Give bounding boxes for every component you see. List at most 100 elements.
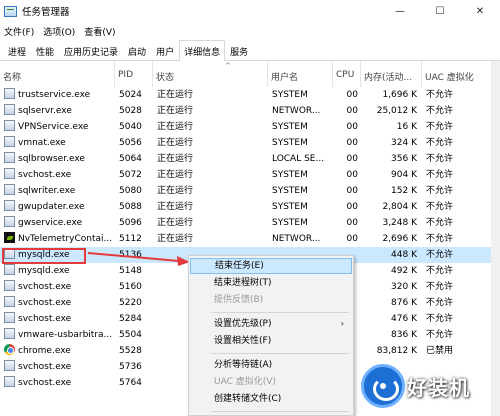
uac-cell: 不允许	[426, 298, 454, 308]
pid-cell: 5080	[119, 186, 142, 196]
process-name: mysqld.exe	[18, 266, 70, 276]
process-name-cell: vmnat.exe	[4, 135, 114, 151]
menu-options[interactable]: 选项(O)	[43, 25, 75, 38]
process-name-cell: svchost.exe	[4, 279, 114, 295]
column-header-status[interactable]: 状态	[153, 61, 268, 87]
process-icon	[4, 152, 15, 163]
process-name: svchost.exe	[18, 170, 72, 180]
context-menu-item[interactable]: 创建转储文件(C)	[190, 391, 352, 407]
process-name-cell: chrome.exe	[4, 343, 114, 359]
column-header-user[interactable]: 用户名	[268, 61, 333, 87]
cpu-cell: 00	[346, 154, 358, 164]
process-name: trustservice.exe	[18, 90, 91, 100]
context-menu-item[interactable]: 设置优先级(P) ›	[190, 316, 352, 332]
memory-cell: 492 K	[391, 266, 417, 276]
process-name: svchost.exe	[18, 378, 72, 388]
table-row[interactable]: NvTelemetryContai... 5112 正在运行 NETWOR... 00 2…	[0, 231, 500, 247]
process-icon	[4, 296, 15, 307]
cpu-cell: 00	[346, 90, 358, 100]
context-menu-label: 设置优先级(P)	[214, 319, 272, 329]
tab-4[interactable]: 用户	[151, 41, 179, 60]
memory-cell: 904 K	[391, 170, 417, 180]
maximize-button[interactable]: ☐	[420, 0, 460, 22]
minimize-button[interactable]: —	[380, 0, 420, 22]
table-row[interactable]: gwservice.exe 5096 正在运行 SYSTEM 00 3,248 K 不允许	[0, 215, 500, 231]
table-row[interactable]: sqlservr.exe 5028 正在运行 NETWOR... 00 25,012 K 不…	[0, 103, 500, 119]
context-menu-item[interactable]: 结束进程树(T)	[190, 275, 352, 291]
process-name: NvTelemetryContai...	[18, 234, 113, 244]
column-header-memory[interactable]: 内存(活动...	[361, 61, 422, 87]
pid-cell: 5072	[119, 170, 142, 180]
table-row[interactable]: sqlwriter.exe 5080 正在运行 SYSTEM 00 152 K 不允许	[0, 183, 500, 199]
process-name: VPNService.exe	[18, 122, 89, 132]
process-name: svchost.exe	[18, 362, 72, 372]
column-header-pid[interactable]: PID	[115, 61, 153, 87]
process-name: gwservice.exe	[18, 218, 83, 228]
process-name: svchost.exe	[18, 298, 72, 308]
tab-6[interactable]: 服务	[225, 41, 253, 60]
close-button[interactable]: ✕	[460, 0, 500, 22]
status-cell: 正在运行	[157, 138, 194, 148]
memory-cell: 25,012 K	[376, 106, 417, 116]
uac-cell: 不允许	[426, 234, 454, 244]
cpu-cell: 00	[346, 202, 358, 212]
uac-cell: 不允许	[426, 266, 454, 276]
process-icon	[4, 184, 15, 195]
process-icon	[4, 88, 15, 99]
user-cell: SYSTEM	[272, 122, 308, 132]
table-row[interactable]: vmnat.exe 5056 正在运行 SYSTEM 00 324 K 不允许	[0, 135, 500, 151]
context-menu-item[interactable]: 分析等待链(A)	[190, 357, 352, 373]
context-menu-label: 创建转储文件(C)	[214, 394, 282, 404]
process-name-cell: svchost.exe	[4, 167, 114, 183]
menu-file[interactable]: 文件(F)	[4, 25, 34, 38]
uac-cell: 不允许	[426, 250, 454, 260]
table-row[interactable]: VPNService.exe 5040 正在运行 SYSTEM 00 16 K 不允许	[0, 119, 500, 135]
table-row[interactable]: sqlbrowser.exe 5064 正在运行 LOCAL SE... 00 356 K…	[0, 151, 500, 167]
user-cell: SYSTEM	[272, 170, 308, 180]
tab-1[interactable]: 性能	[31, 41, 59, 60]
memory-cell: 448 K	[391, 250, 417, 260]
context-menu-label: 结束任务(E)	[215, 261, 264, 271]
pid-cell: 5024	[119, 90, 142, 100]
process-name-cell: sqlservr.exe	[4, 103, 114, 119]
table-row[interactable]: gwupdater.exe 5088 正在运行 SYSTEM 00 2,804 K 不允许	[0, 199, 500, 215]
menu-view[interactable]: 查看(V)	[84, 25, 115, 38]
context-menu-item[interactable]: 设置相关性(F)	[190, 333, 352, 349]
menu-separator	[211, 411, 349, 412]
tab-0[interactable]: 进程	[3, 41, 31, 60]
process-name: sqlwriter.exe	[18, 186, 76, 196]
process-icon	[4, 200, 15, 211]
process-name-cell: svchost.exe	[4, 375, 114, 391]
window-controls: — ☐ ✕	[380, 0, 500, 22]
process-name-cell: svchost.exe	[4, 295, 114, 311]
process-icon	[4, 120, 15, 131]
column-header-uac[interactable]: UAC 虚拟化	[422, 61, 491, 87]
table-row[interactable]: svchost.exe 5072 正在运行 SYSTEM 00 904 K 不允许	[0, 167, 500, 183]
uac-cell: 不允许	[426, 90, 454, 100]
user-cell: SYSTEM	[272, 218, 308, 228]
column-header-name[interactable]: 名称	[0, 61, 115, 87]
tab-2[interactable]: 应用历史记录	[59, 41, 123, 60]
tab-3[interactable]: 启动	[123, 41, 151, 60]
memory-cell: 836 K	[391, 330, 417, 340]
cpu-cell: 00	[346, 122, 358, 132]
column-header-cpu[interactable]: CPU	[333, 61, 361, 87]
process-name-cell: svchost.exe	[4, 359, 114, 375]
uac-cell: 不允许	[426, 170, 454, 180]
memory-cell: 3,248 K	[382, 218, 417, 228]
memory-cell: 876 K	[391, 298, 417, 308]
process-name-cell: sqlbrowser.exe	[4, 151, 114, 167]
process-name: svchost.exe	[18, 314, 72, 324]
pid-cell: 5096	[119, 218, 142, 228]
pid-cell: 5284	[119, 314, 142, 324]
annotation-highlight-box	[2, 248, 86, 264]
pid-cell: 5056	[119, 138, 142, 148]
pid-cell: 5764	[119, 378, 142, 388]
context-menu-item[interactable]: 结束任务(E)	[190, 258, 352, 274]
uac-cell: 不允许	[426, 138, 454, 148]
tab-5[interactable]: 详细信息	[179, 40, 226, 61]
table-row[interactable]: trustservice.exe 5024 正在运行 SYSTEM 00 1,696 K 不…	[0, 87, 500, 103]
cpu-cell: 00	[346, 106, 358, 116]
memory-cell: 2,696 K	[382, 234, 417, 244]
pid-cell: 5528	[119, 346, 142, 356]
